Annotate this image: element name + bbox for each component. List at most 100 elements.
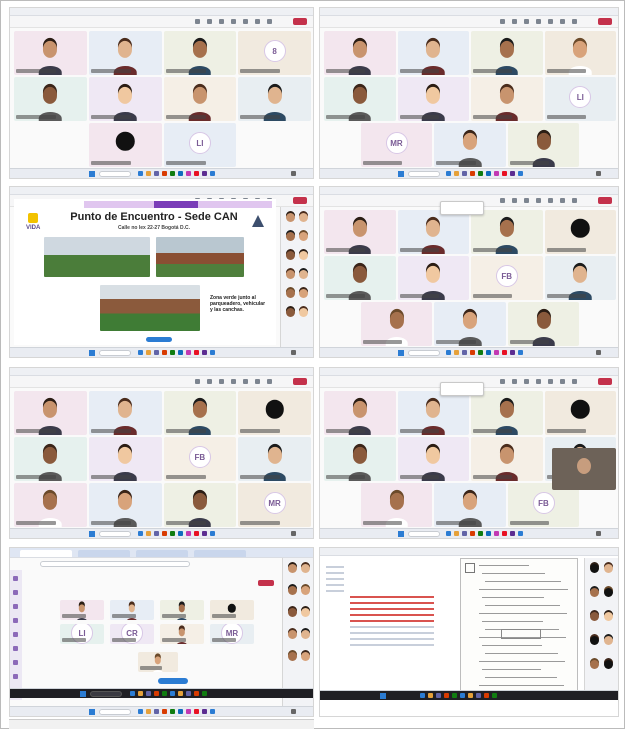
participant-tile[interactable] bbox=[163, 31, 237, 75]
participant-tile[interactable] bbox=[360, 483, 433, 527]
participant-tile[interactable] bbox=[434, 483, 506, 527]
participant-tile[interactable] bbox=[397, 256, 469, 300]
participant-tile[interactable] bbox=[507, 302, 580, 346]
toolbar-action-icon[interactable] bbox=[500, 198, 505, 203]
app-rail-icon[interactable] bbox=[13, 604, 18, 609]
participant-mini-avatar[interactable] bbox=[299, 308, 308, 317]
toolbar-action-icon[interactable] bbox=[500, 379, 505, 384]
toolbar-action-icon[interactable] bbox=[231, 19, 236, 24]
taskbar-app-icon[interactable] bbox=[210, 709, 216, 714]
taskbar-app-icon[interactable] bbox=[186, 691, 191, 696]
taskbar-search-input[interactable] bbox=[99, 350, 132, 356]
taskbar-app-icon[interactable] bbox=[178, 171, 184, 176]
taskbar-search-input[interactable] bbox=[408, 171, 440, 177]
taskbar-app-icon[interactable] bbox=[138, 531, 144, 536]
start-icon[interactable] bbox=[398, 171, 404, 177]
start-icon[interactable] bbox=[89, 350, 96, 356]
taskbar-app-icon[interactable] bbox=[462, 350, 467, 355]
leave-call-button[interactable] bbox=[598, 197, 612, 204]
participant-mini-avatar[interactable] bbox=[604, 612, 613, 621]
toolbar-action-icon[interactable] bbox=[524, 198, 529, 203]
file-row[interactable] bbox=[350, 644, 434, 646]
toolbar-action-icon[interactable] bbox=[524, 19, 529, 24]
participant-tile[interactable] bbox=[163, 77, 237, 121]
toolbar-action-icon[interactable] bbox=[572, 198, 577, 203]
participant-mini-avatar[interactable] bbox=[590, 636, 599, 645]
taskbar-app-icon[interactable] bbox=[454, 350, 459, 355]
taskbar-app-icon[interactable] bbox=[138, 171, 144, 176]
taskbar-app-icon[interactable] bbox=[162, 171, 168, 176]
taskbar-app-icon[interactable] bbox=[462, 171, 467, 176]
toolbar-action-icon[interactable] bbox=[500, 19, 505, 24]
taskbar-app-icon[interactable] bbox=[210, 171, 216, 176]
taskbar-app-icon[interactable] bbox=[146, 171, 152, 176]
taskbar-app-icon[interactable] bbox=[502, 171, 507, 176]
participant-mini-avatar[interactable] bbox=[299, 213, 308, 222]
start-icon[interactable] bbox=[380, 693, 386, 699]
participant-tile[interactable] bbox=[14, 437, 87, 481]
participant-mini-avatar[interactable] bbox=[286, 270, 295, 279]
taskbar-app-icon[interactable] bbox=[454, 171, 459, 176]
address-bar-input[interactable] bbox=[40, 561, 190, 567]
file-row[interactable] bbox=[326, 590, 344, 592]
toolbar-action-icon[interactable] bbox=[512, 379, 517, 384]
taskbar-app-icon[interactable] bbox=[186, 709, 192, 714]
participant-mini-avatar[interactable] bbox=[288, 630, 297, 639]
participant-mini-avatar[interactable] bbox=[604, 564, 613, 573]
slide-progress-pill[interactable] bbox=[146, 337, 172, 342]
taskbar-app-icon[interactable] bbox=[210, 531, 216, 536]
toolbar-action-icon[interactable] bbox=[512, 198, 517, 203]
participant-mini-avatar[interactable] bbox=[288, 608, 297, 617]
taskbar-app-icon[interactable] bbox=[210, 350, 216, 355]
taskbar-app-icon[interactable] bbox=[486, 531, 491, 536]
file-row[interactable] bbox=[350, 632, 434, 634]
taskbar-app-icon[interactable] bbox=[170, 709, 176, 714]
participant-tile[interactable] bbox=[88, 437, 162, 481]
participant-mini-avatar[interactable] bbox=[604, 636, 613, 645]
taskbar-app-icon[interactable] bbox=[138, 709, 144, 714]
taskbar-app-icon[interactable] bbox=[202, 709, 208, 714]
app-rail-icon[interactable] bbox=[13, 646, 18, 651]
participant-tile[interactable] bbox=[14, 77, 87, 121]
taskbar-app-icon[interactable] bbox=[170, 350, 176, 355]
file-row[interactable] bbox=[350, 620, 434, 622]
participant-tile[interactable] bbox=[544, 256, 616, 300]
participant-mini-avatar[interactable] bbox=[590, 660, 599, 669]
notification-popup[interactable] bbox=[440, 201, 484, 215]
participant-mini-avatar[interactable] bbox=[590, 564, 599, 573]
taskbar-app-icon[interactable] bbox=[494, 350, 499, 355]
participant-tile[interactable] bbox=[434, 123, 506, 167]
taskbar-app-icon[interactable] bbox=[454, 531, 459, 536]
participant-tile[interactable] bbox=[160, 624, 204, 644]
participant-tile[interactable] bbox=[397, 210, 469, 254]
taskbar-app-icon[interactable] bbox=[138, 350, 144, 355]
file-row[interactable] bbox=[350, 596, 434, 598]
taskbar-app-icon[interactable] bbox=[494, 531, 499, 536]
participant-tile[interactable] bbox=[238, 437, 311, 481]
participant-mini-avatar[interactable] bbox=[301, 564, 310, 573]
participant-mini-avatar[interactable] bbox=[286, 289, 295, 298]
taskbar-app-icon[interactable] bbox=[446, 350, 451, 355]
participant-tile[interactable] bbox=[324, 256, 396, 300]
taskbar-app-icon[interactable] bbox=[478, 171, 483, 176]
taskbar-app-icon[interactable] bbox=[446, 531, 451, 536]
live-video-tile[interactable] bbox=[552, 448, 616, 490]
app-rail-icon[interactable] bbox=[13, 632, 18, 637]
taskbar-app-icon[interactable] bbox=[162, 350, 168, 355]
taskbar-search-input[interactable] bbox=[99, 709, 132, 715]
app-rail-icon[interactable] bbox=[13, 618, 18, 623]
taskbar-app-icon[interactable] bbox=[470, 350, 475, 355]
taskbar-app-icon[interactable] bbox=[202, 171, 208, 176]
taskbar-app-icon[interactable] bbox=[486, 350, 491, 355]
browser-tab[interactable] bbox=[136, 550, 188, 557]
taskbar-app-icon[interactable] bbox=[162, 691, 167, 696]
app-rail-icon[interactable] bbox=[13, 674, 18, 679]
participant-tile[interactable] bbox=[544, 31, 616, 75]
participant-tile[interactable] bbox=[138, 652, 178, 672]
toolbar-action-icon[interactable] bbox=[548, 379, 553, 384]
participant-tile[interactable] bbox=[324, 437, 396, 481]
participant-tile[interactable] bbox=[88, 483, 162, 527]
participant-mini-avatar[interactable] bbox=[288, 652, 297, 661]
taskbar-app-icon[interactable] bbox=[462, 531, 467, 536]
participant-mini-avatar[interactable] bbox=[286, 232, 295, 241]
